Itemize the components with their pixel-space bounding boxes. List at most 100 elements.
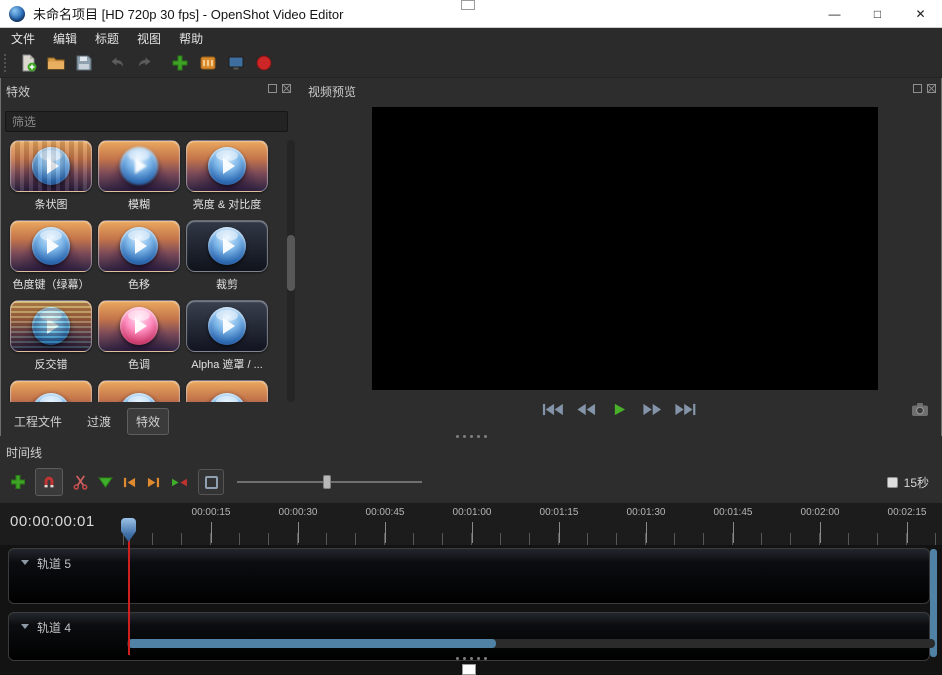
track-row[interactable]: 轨道 5 <box>8 548 930 604</box>
play-orb-icon <box>208 307 246 345</box>
effects-filter-input[interactable] <box>5 111 288 132</box>
jump-end-button[interactable] <box>672 400 698 418</box>
play-button[interactable] <box>606 400 632 418</box>
effect-item-partial[interactable] <box>7 380 95 402</box>
export-video-icon <box>255 54 273 72</box>
ruler-mark: 00:00:30 <box>255 507 341 518</box>
menu-view[interactable]: 视图 <box>128 28 170 48</box>
zoom-scale-icon[interactable] <box>887 477 898 488</box>
effects-panel-corner-icons <box>268 84 291 93</box>
zoom-scale: 15秒 <box>887 474 942 491</box>
jump-end-icon <box>674 403 696 416</box>
previous-marker-button[interactable] <box>122 476 137 489</box>
undo-button[interactable] <box>104 50 130 76</box>
track-row[interactable]: 轨道 4 <box>8 612 930 661</box>
effects-scrollbar[interactable] <box>287 140 295 402</box>
effect-item[interactable]: 色度键（绿幕） <box>7 220 95 300</box>
close-button[interactable]: ✕ <box>899 0 942 27</box>
fast-forward-button[interactable] <box>639 400 665 418</box>
fullscreen-button[interactable] <box>223 50 249 76</box>
tab-transitions[interactable]: 过渡 <box>78 408 120 435</box>
openshot-window: 未命名项目 [HD 720p 30 fps] - OpenShot Video … <box>0 0 942 675</box>
timeline-panel: 时间线 <box>0 436 942 675</box>
timeline-horizontal-scrollbar[interactable] <box>127 639 935 648</box>
undock-panel-icon[interactable] <box>268 84 277 93</box>
close-panel-icon[interactable] <box>927 84 936 93</box>
choose-profile-button[interactable] <box>195 50 221 76</box>
add-marker-button[interactable] <box>98 476 113 489</box>
center-playhead-button[interactable] <box>170 476 189 489</box>
timeline-body: 00:00:00:01 00:00:15 00:00:30 00:00:45 0… <box>0 503 942 675</box>
play-orb-icon <box>120 307 158 345</box>
effect-item[interactable]: 反交错 <box>7 300 95 380</box>
jump-start-button[interactable] <box>540 400 566 418</box>
timeline-horizontal-scrollbar-thumb[interactable] <box>128 639 496 648</box>
close-panel-icon[interactable] <box>282 84 291 93</box>
bottom-splitter-handle[interactable] <box>0 657 942 660</box>
menu-file[interactable]: 文件 <box>2 28 44 48</box>
tab-project-files[interactable]: 工程文件 <box>5 408 71 435</box>
effect-name: Alpha 遮罩 / ... <box>191 356 263 372</box>
maximize-button[interactable]: □ <box>856 0 899 27</box>
effect-name: 模糊 <box>128 196 150 212</box>
effect-item-partial[interactable] <box>95 380 183 402</box>
rewind-button[interactable] <box>573 400 599 418</box>
open-project-icon <box>47 54 65 72</box>
video-preview-display <box>372 107 878 390</box>
track-collapse-icon[interactable] <box>21 624 29 629</box>
openshot-logo-icon <box>9 6 25 22</box>
effect-name: 色调 <box>128 356 150 372</box>
horizontal-splitter-handle[interactable] <box>0 435 942 438</box>
effect-thumbnail <box>186 300 268 352</box>
effect-thumbnail <box>186 380 268 402</box>
effect-item[interactable]: 条状图 <box>7 140 95 220</box>
ruler-mark: 00:02:15 <box>864 507 942 518</box>
timeline-ruler[interactable]: 00:00:00:01 00:00:15 00:00:30 00:00:45 0… <box>0 503 942 545</box>
razor-button[interactable] <box>72 474 89 491</box>
zoom-slider-thumb[interactable] <box>323 475 331 489</box>
timeline-toolbar: 15秒 <box>0 462 942 502</box>
snapping-toggle[interactable] <box>35 468 63 496</box>
effect-item[interactable]: Alpha 遮罩 / ... <box>183 300 271 380</box>
toolbar-handle[interactable] <box>4 54 10 72</box>
save-project-button[interactable] <box>71 50 97 76</box>
ruler-mark: 00:01:45 <box>690 507 776 518</box>
redo-button[interactable] <box>132 50 158 76</box>
menu-edit[interactable]: 编辑 <box>44 28 86 48</box>
next-marker-button[interactable] <box>146 476 161 489</box>
add-track-button[interactable] <box>10 474 26 490</box>
jump-start-icon <box>542 403 564 416</box>
next-marker-icon <box>146 476 161 489</box>
effect-item-partial[interactable] <box>183 380 271 402</box>
razor-scissors-icon <box>72 474 89 491</box>
effects-panel-title: 特效 <box>6 83 30 100</box>
effect-thumbnail <box>186 140 268 192</box>
zoom-slider[interactable] <box>237 472 422 492</box>
export-video-button[interactable] <box>251 50 277 76</box>
menu-help[interactable]: 帮助 <box>170 28 212 48</box>
tab-effects[interactable]: 特效 <box>127 408 169 435</box>
play-orb-icon <box>32 147 70 185</box>
undock-panel-icon[interactable] <box>913 84 922 93</box>
effects-panel: 特效 条状图 模糊 亮度 & 对比度 色度键（绿幕） <box>0 78 296 436</box>
effect-item[interactable]: 亮度 & 对比度 <box>183 140 271 220</box>
ruler-mark: 00:00:45 <box>342 507 428 518</box>
zoom-fit-button[interactable] <box>198 469 224 495</box>
effect-item[interactable]: 裁剪 <box>183 220 271 300</box>
new-project-button[interactable] <box>15 50 41 76</box>
minimize-button[interactable]: — <box>813 0 856 27</box>
import-files-button[interactable] <box>167 50 193 76</box>
effect-item[interactable]: 色调 <box>95 300 183 380</box>
preview-panel-corner-icons <box>913 84 936 93</box>
open-project-button[interactable] <box>43 50 69 76</box>
menu-title[interactable]: 标题 <box>86 28 128 48</box>
effect-item[interactable]: 模糊 <box>95 140 183 220</box>
effect-name: 色移 <box>128 276 150 292</box>
effects-scrollbar-thumb[interactable] <box>287 235 295 291</box>
track-label: 轨道 5 <box>37 555 71 572</box>
camera-icon[interactable] <box>911 402 929 417</box>
effect-item[interactable]: 色移 <box>95 220 183 300</box>
track-collapse-icon[interactable] <box>21 560 29 565</box>
ruler-minor-ticks <box>123 533 942 545</box>
previous-marker-icon <box>122 476 137 489</box>
